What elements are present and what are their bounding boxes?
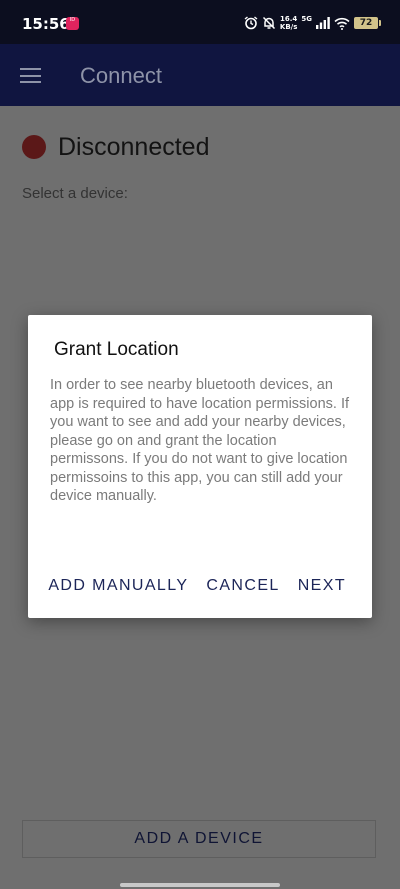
signal-icon	[316, 17, 330, 29]
alarm-icon	[244, 16, 258, 30]
add-manually-button[interactable]: ADD MANUALLY	[48, 577, 188, 595]
page-title: Connect	[80, 63, 162, 88]
select-device-label: Select a device:	[22, 185, 128, 202]
next-button[interactable]: NEXT	[298, 577, 346, 595]
connection-status-text: Disconnected	[58, 132, 210, 161]
grant-location-dialog: Grant Location In order to see nearby bl…	[28, 315, 372, 618]
app-bar: Connect	[0, 44, 400, 106]
status-time: 15:56	[22, 15, 70, 33]
connection-status: Disconnected	[22, 132, 209, 162]
dialog-title: Grant Location	[54, 339, 179, 360]
hamburger-menu-icon[interactable]	[20, 68, 41, 83]
battery-icon: 72	[354, 17, 381, 29]
network-speed: 16.4 KB/s	[279, 15, 298, 31]
status-indicator-icon	[22, 135, 46, 159]
home-indicator[interactable]	[120, 883, 280, 887]
status-bar: 15:56 ID 16.4 KB/s 5G 72	[0, 0, 400, 44]
dialog-message: In order to see nearby bluetooth devices…	[50, 377, 350, 504]
bell-muted-icon	[262, 16, 275, 30]
dialog-actions: ADD MANUALLY CANCEL NEXT	[48, 577, 346, 595]
notification-app-icon: ID	[66, 17, 79, 30]
status-icons: 16.4 KB/s 5G 72	[244, 13, 381, 33]
wifi-icon	[334, 17, 350, 30]
cancel-button[interactable]: CANCEL	[206, 577, 279, 595]
network-type: 5G	[301, 15, 312, 23]
add-device-button[interactable]: ADD A DEVICE	[22, 820, 376, 858]
